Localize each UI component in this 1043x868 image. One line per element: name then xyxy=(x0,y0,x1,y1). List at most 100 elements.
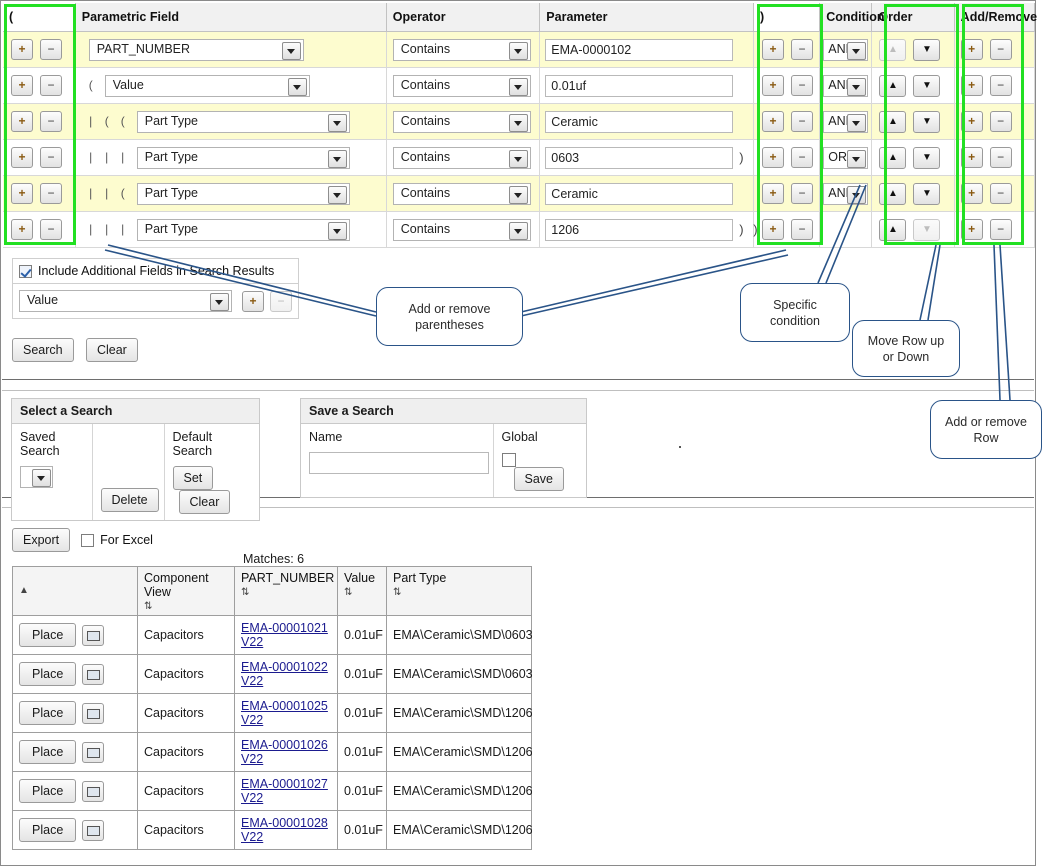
add-row-button[interactable]: + xyxy=(961,111,983,132)
operator-dropdown[interactable]: Contains xyxy=(393,183,531,205)
parameter-input[interactable] xyxy=(545,111,733,133)
remove-open-paren-button[interactable]: − xyxy=(40,111,62,132)
condition-dropdown[interactable]: AND xyxy=(823,39,868,61)
remove-close-paren-button[interactable]: − xyxy=(791,219,813,240)
place-button[interactable]: Place xyxy=(19,740,76,764)
parametric-field-dropdown[interactable]: Part Type xyxy=(137,147,350,169)
remove-row-button[interactable]: − xyxy=(990,219,1012,240)
saved-search-dropdown[interactable] xyxy=(20,466,53,488)
add-open-paren-button[interactable]: + xyxy=(11,111,33,132)
condition-dropdown[interactable]: AND xyxy=(823,183,868,205)
export-button[interactable]: Export xyxy=(12,528,70,552)
parameter-input[interactable] xyxy=(545,183,733,205)
part-number-link[interactable]: EMA-00001028V22 xyxy=(241,816,328,844)
add-close-paren-button[interactable]: + xyxy=(762,219,784,240)
move-row-up-button[interactable]: ▲ xyxy=(879,75,906,97)
preview-image-icon[interactable] xyxy=(82,625,104,646)
clear-default-search-button[interactable]: Clear xyxy=(179,490,231,514)
additional-field-dropdown[interactable]: Value xyxy=(19,290,232,312)
preview-image-icon[interactable] xyxy=(82,742,104,763)
save-name-input[interactable] xyxy=(309,452,489,474)
condition-dropdown[interactable]: AND xyxy=(823,75,868,97)
place-button[interactable]: Place xyxy=(19,701,76,725)
condition-dropdown[interactable]: OR xyxy=(823,147,868,169)
search-button[interactable]: Search xyxy=(12,338,74,362)
results-col-value[interactable]: Value ⇅ xyxy=(338,567,387,616)
sort-toggle-icon[interactable]: ⇅ xyxy=(241,588,331,598)
remove-open-paren-button[interactable]: − xyxy=(40,219,62,240)
parametric-field-dropdown[interactable]: Part Type xyxy=(137,183,350,205)
save-search-button[interactable]: Save xyxy=(514,467,565,491)
remove-close-paren-button[interactable]: − xyxy=(791,39,813,60)
place-button[interactable]: Place xyxy=(19,818,76,842)
part-number-link[interactable]: EMA-00001022V22 xyxy=(241,660,328,688)
move-row-up-button[interactable]: ▲ xyxy=(879,183,906,205)
part-number-link[interactable]: EMA-00001027V22 xyxy=(241,777,328,805)
results-col-part-number[interactable]: PART_NUMBER ⇅ xyxy=(235,567,338,616)
add-row-button[interactable]: + xyxy=(961,219,983,240)
parametric-field-dropdown[interactable]: Value xyxy=(105,75,310,97)
remove-open-paren-button[interactable]: − xyxy=(40,183,62,204)
operator-dropdown[interactable]: Contains xyxy=(393,147,531,169)
delete-saved-search-button[interactable]: Delete xyxy=(101,488,159,512)
add-close-paren-button[interactable]: + xyxy=(762,147,784,168)
add-open-paren-button[interactable]: + xyxy=(11,219,33,240)
set-default-search-button[interactable]: Set xyxy=(173,466,214,490)
add-open-paren-button[interactable]: + xyxy=(11,75,33,96)
remove-close-paren-button[interactable]: − xyxy=(791,147,813,168)
preview-image-icon[interactable] xyxy=(82,781,104,802)
remove-row-button[interactable]: − xyxy=(990,39,1012,60)
global-checkbox[interactable] xyxy=(502,453,516,467)
preview-image-icon[interactable] xyxy=(82,664,104,685)
results-col-component-view[interactable]: Component View ⇅ xyxy=(138,567,235,616)
remove-open-paren-button[interactable]: − xyxy=(40,39,62,60)
include-additional-fields-row[interactable]: Include Additional Fields in Search Resu… xyxy=(13,259,298,284)
remove-row-button[interactable]: − xyxy=(990,111,1012,132)
add-row-button[interactable]: + xyxy=(961,183,983,204)
add-open-paren-button[interactable]: + xyxy=(11,183,33,204)
add-close-paren-button[interactable]: + xyxy=(762,75,784,96)
results-col-part-type[interactable]: Part Type ⇅ xyxy=(387,567,532,616)
place-button[interactable]: Place xyxy=(19,662,76,686)
remove-row-button[interactable]: − xyxy=(990,147,1012,168)
operator-dropdown[interactable]: Contains xyxy=(393,219,531,241)
parameter-input[interactable] xyxy=(545,39,733,61)
add-close-paren-button[interactable]: + xyxy=(762,183,784,204)
include-additional-fields-checkbox[interactable] xyxy=(19,265,32,278)
sort-toggle-icon[interactable]: ⇅ xyxy=(344,588,380,598)
add-row-button[interactable]: + xyxy=(961,147,983,168)
add-open-paren-button[interactable]: + xyxy=(11,39,33,60)
for-excel-checkbox[interactable] xyxy=(81,534,94,547)
preview-image-icon[interactable] xyxy=(82,820,104,841)
add-close-paren-button[interactable]: + xyxy=(762,111,784,132)
clear-button[interactable]: Clear xyxy=(86,338,138,362)
remove-row-button[interactable]: − xyxy=(990,183,1012,204)
remove-close-paren-button[interactable]: − xyxy=(791,183,813,204)
remove-close-paren-button[interactable]: − xyxy=(791,75,813,96)
move-row-down-button[interactable]: ▼ xyxy=(913,75,940,97)
remove-close-paren-button[interactable]: − xyxy=(791,111,813,132)
part-number-link[interactable]: EMA-00001025V22 xyxy=(241,699,328,727)
add-open-paren-button[interactable]: + xyxy=(11,147,33,168)
move-row-down-button[interactable]: ▼ xyxy=(913,147,940,169)
parameter-input[interactable] xyxy=(545,219,733,241)
remove-additional-field-button[interactable]: − xyxy=(270,291,292,312)
add-additional-field-button[interactable]: + xyxy=(242,291,264,312)
add-row-button[interactable]: + xyxy=(961,75,983,96)
move-row-down-button[interactable]: ▼ xyxy=(913,111,940,133)
move-row-up-button[interactable]: ▲ xyxy=(879,147,906,169)
move-row-down-button[interactable]: ▼ xyxy=(913,39,940,61)
add-close-paren-button[interactable]: + xyxy=(762,39,784,60)
parameter-input[interactable] xyxy=(545,75,733,97)
parametric-field-dropdown[interactable]: Part Type xyxy=(137,219,350,241)
sort-toggle-icon[interactable]: ⇅ xyxy=(393,588,525,598)
operator-dropdown[interactable]: Contains xyxy=(393,39,531,61)
parameter-input[interactable] xyxy=(545,147,733,169)
place-button[interactable]: Place xyxy=(19,779,76,803)
parametric-field-dropdown[interactable]: PART_NUMBER xyxy=(89,39,304,61)
sort-toggle-icon[interactable]: ⇅ xyxy=(144,602,228,612)
move-row-up-button[interactable]: ▲ xyxy=(879,111,906,133)
remove-open-paren-button[interactable]: − xyxy=(40,75,62,96)
operator-dropdown[interactable]: Contains xyxy=(393,111,531,133)
part-number-link[interactable]: EMA-00001026V22 xyxy=(241,738,328,766)
